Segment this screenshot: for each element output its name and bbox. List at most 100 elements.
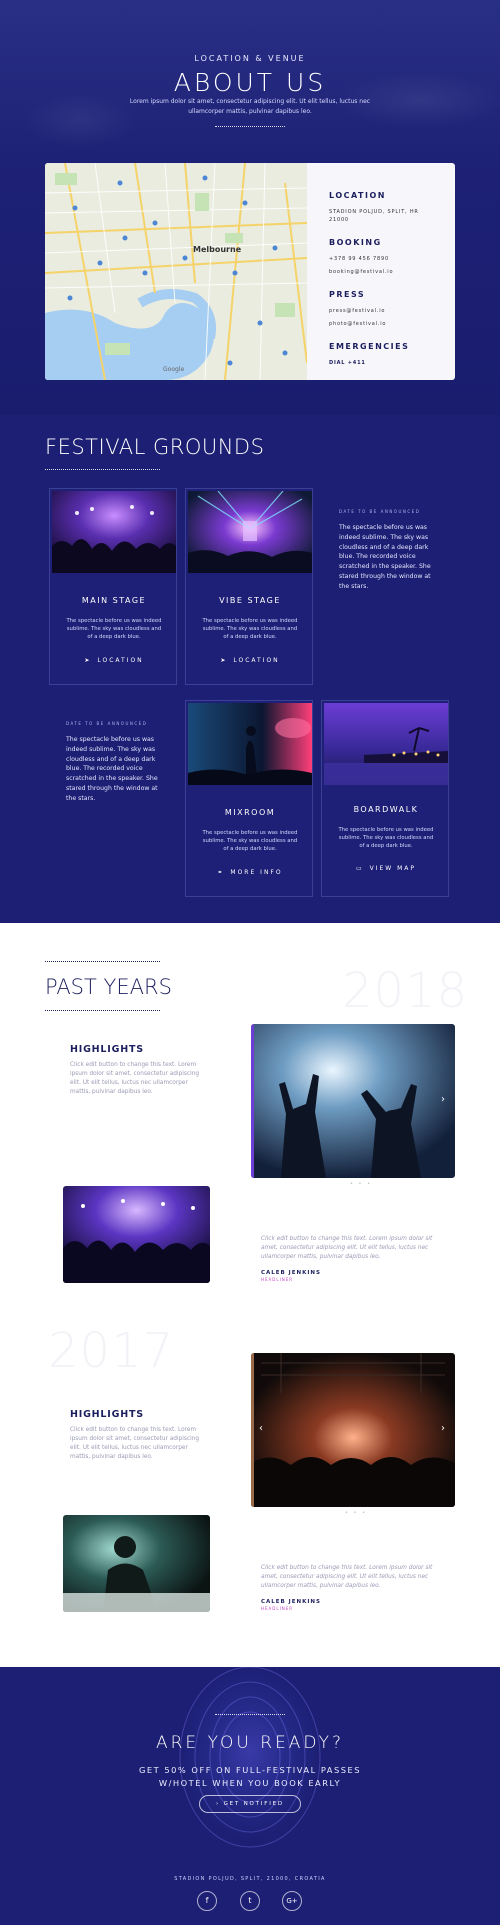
dotted-divider bbox=[45, 1010, 160, 1011]
main-stage-photo bbox=[52, 491, 176, 573]
venue-info: LOCATION STADION POLJUD, SPLIT, HR 21000… bbox=[329, 191, 449, 380]
map-city-label: Melbourne bbox=[193, 245, 242, 254]
stage-card-boardwalk[interactable]: BOARDWALK The spectacle before us was in… bbox=[321, 700, 449, 897]
stage-card-mixroom[interactable]: MIXROOM The spectacle before us was inde… bbox=[185, 700, 313, 897]
concert-crowd-image bbox=[63, 1186, 210, 1283]
highlights-text: Click edit button to change this text. L… bbox=[70, 1427, 200, 1460]
stage-description: The spectacle before us was indeed subli… bbox=[202, 830, 298, 852]
location-line: 21000 bbox=[329, 217, 349, 223]
stage-description: The spectacle before us was indeed subli… bbox=[202, 618, 298, 640]
concert-photo bbox=[63, 1186, 210, 1283]
booking-heading: BOOKING bbox=[329, 238, 382, 247]
stage-card-vibe[interactable]: VIBE STAGE The spectacle before us was i… bbox=[185, 488, 313, 685]
location-group: LOCATION STADION POLJUD, SPLIT, HR 21000 bbox=[329, 191, 449, 224]
slider-dots[interactable]: • • • bbox=[345, 1510, 367, 1516]
stage-image bbox=[251, 1353, 455, 1507]
stage-card-main[interactable]: MAIN STAGE The spectacle before us was i… bbox=[49, 488, 177, 685]
action-label: LOCATION bbox=[233, 657, 280, 664]
press-email[interactable]: press@festival.io bbox=[329, 307, 449, 315]
gallery-slider[interactable]: › bbox=[251, 1024, 455, 1178]
map-credit: Google bbox=[163, 366, 185, 373]
year-watermark: 2018 bbox=[342, 963, 469, 1019]
about-section: LOCATION & VENUE ABOUT US Lorem ipsum do… bbox=[0, 0, 500, 415]
dj-photo bbox=[63, 1515, 210, 1612]
about-title: ABOUT US bbox=[173, 68, 327, 97]
chevron-right-icon[interactable]: › bbox=[441, 1094, 445, 1105]
emergencies-group: EMERGENCIES DIAL +411 bbox=[329, 342, 449, 367]
location-link[interactable]: ➤ LOCATION bbox=[50, 657, 178, 664]
venue-map[interactable]: Melbourne Google bbox=[45, 163, 307, 380]
dotted-divider bbox=[215, 126, 285, 127]
twitter-icon[interactable]: t bbox=[240, 1891, 260, 1911]
past-years-title: PAST YEARS bbox=[45, 975, 172, 999]
emergency-number: DIAL +411 bbox=[329, 360, 366, 366]
stage-title: MIXROOM bbox=[224, 808, 276, 817]
dotted-divider bbox=[45, 961, 160, 962]
venue-card: Melbourne Google LOCATION STADION POLJUD… bbox=[45, 163, 455, 380]
past-years-section: PAST YEARS 2018 HIGHLIGHTS Click edit bu… bbox=[0, 923, 500, 1667]
crowd-image bbox=[251, 1024, 455, 1178]
dj-image bbox=[188, 703, 312, 785]
announcement-block: DATE TO BE ANNOUNCED The spectacle befor… bbox=[339, 509, 439, 592]
location-line: STADION POLJUD, SPLIT, HR bbox=[329, 209, 419, 215]
view-map-link[interactable]: ▭ VIEW MAP bbox=[322, 865, 450, 872]
dotted-divider bbox=[215, 1714, 285, 1715]
map-graphic bbox=[45, 163, 307, 380]
announcement-tag: DATE TO BE ANNOUNCED bbox=[66, 721, 148, 726]
get-notified-button[interactable]: › GET NOTIFIED bbox=[199, 1795, 301, 1813]
press-group: PRESS press@festival.io photo@festival.i… bbox=[329, 290, 449, 328]
booking-email[interactable]: booking@festival.io bbox=[329, 268, 449, 276]
highlights-text: Click edit button to change this text. L… bbox=[70, 1062, 200, 1095]
testimonial-role: HEADLINER bbox=[261, 1277, 294, 1282]
map-icon: ▭ bbox=[355, 865, 364, 872]
slider-dots[interactable]: • • • bbox=[350, 1181, 372, 1187]
testimonial-text: Click edit button to change this text. L… bbox=[261, 1565, 433, 1589]
testimonial-text: Click edit button to change this text. L… bbox=[261, 1236, 433, 1260]
concert-image bbox=[188, 491, 312, 573]
dotted-divider bbox=[45, 469, 160, 470]
resort-image bbox=[324, 703, 448, 785]
action-label: MORE INFO bbox=[230, 869, 283, 876]
about-subtitle: Lorem ipsum dolor sit amet, consectetur … bbox=[129, 98, 371, 115]
boardwalk-photo bbox=[324, 703, 448, 785]
booking-group: BOOKING +378 99 456 7890 booking@festiva… bbox=[329, 238, 449, 276]
highlights-title: HIGHLIGHTS bbox=[70, 1409, 144, 1420]
announcement-text: The spectacle before us was indeed subli… bbox=[339, 524, 431, 590]
gallery-slider[interactable]: ‹ › bbox=[251, 1353, 455, 1507]
stage-title: VIBE STAGE bbox=[219, 596, 281, 605]
about-eyebrow: LOCATION & VENUE bbox=[194, 54, 306, 63]
cta-subtitle-line: GET 50% OFF ON FULL-FESTIVAL PASSES bbox=[138, 1765, 362, 1775]
stage-title: BOARDWALK bbox=[353, 805, 419, 814]
photo-email[interactable]: photo@festival.io bbox=[329, 320, 449, 328]
google-plus-icon[interactable]: G+ bbox=[282, 1891, 302, 1911]
location-arrow-icon: ➤ bbox=[220, 657, 228, 664]
emergencies-heading: EMERGENCIES bbox=[329, 342, 410, 351]
location-link[interactable]: ➤ LOCATION bbox=[186, 657, 314, 664]
button-label: GET NOTIFIED bbox=[223, 1801, 284, 1807]
announcement-text: The spectacle before us was indeed subli… bbox=[66, 736, 158, 802]
chevron-right-icon[interactable]: › bbox=[441, 1423, 445, 1434]
link-icon: ⚭ bbox=[217, 869, 225, 876]
testimonial-name: CALEB JENKINS bbox=[261, 1599, 321, 1605]
action-label: VIEW MAP bbox=[369, 865, 417, 872]
more-info-link[interactable]: ⚭ MORE INFO bbox=[186, 869, 314, 876]
dj-image bbox=[63, 1515, 210, 1612]
testimonial-role: HEADLINER bbox=[261, 1606, 294, 1611]
booking-phone[interactable]: +378 99 456 7890 bbox=[329, 255, 449, 263]
facebook-icon[interactable]: f bbox=[197, 1891, 217, 1911]
location-heading: LOCATION bbox=[329, 191, 386, 200]
announcement-block: DATE TO BE ANNOUNCED The spectacle befor… bbox=[66, 721, 166, 804]
concert-image bbox=[52, 491, 176, 573]
grounds-title: FESTIVAL GROUNDS bbox=[45, 435, 265, 459]
highlights-title: HIGHLIGHTS bbox=[70, 1044, 144, 1055]
cta-subtitle-line: W/HOTEL WHEN YOU BOOK EARLY bbox=[158, 1778, 342, 1788]
vibe-stage-photo bbox=[188, 491, 312, 573]
stage-description: The spectacle before us was indeed subli… bbox=[338, 827, 434, 849]
chevron-left-icon[interactable]: ‹ bbox=[259, 1423, 263, 1434]
press-heading: PRESS bbox=[329, 290, 366, 299]
festival-grounds-section: FESTIVAL GROUNDS MAIN STAGE The spectacl… bbox=[0, 415, 500, 923]
cta-title: ARE YOU READY? bbox=[155, 1733, 345, 1753]
year-watermark: 2017 bbox=[48, 1323, 175, 1379]
stage-title: MAIN STAGE bbox=[81, 596, 147, 605]
testimonial-name: CALEB JENKINS bbox=[261, 1270, 321, 1276]
